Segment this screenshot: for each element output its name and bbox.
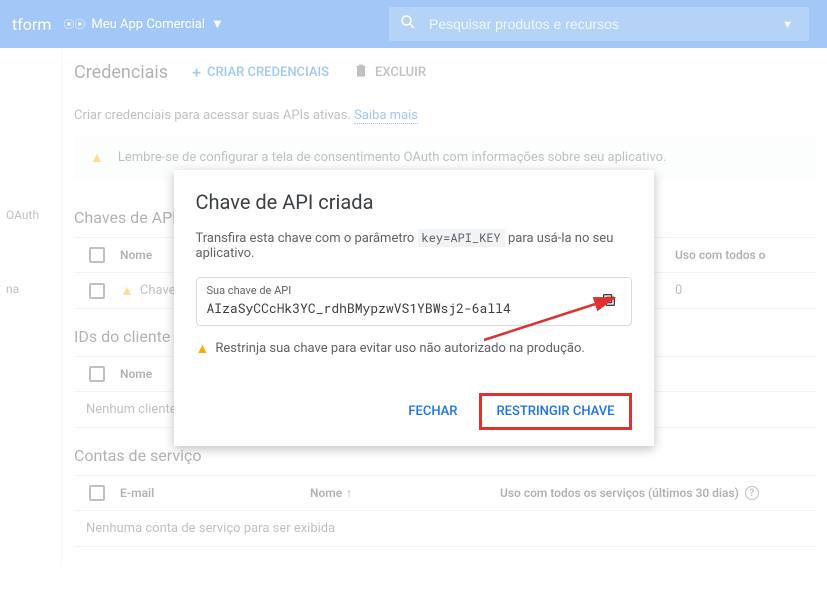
code-snippet: key=API_KEY [418,229,505,247]
api-key-box: Sua chave de API AIzaSyCCcHk3YC_rdhBMypz… [196,277,632,326]
modal-description: Transfira esta chave com o parâmetro key… [196,230,632,261]
modal-actions: FECHAR RESTRINGIR CHAVE [196,393,632,430]
warning-icon: ▲ [196,340,210,357]
restrict-warning: ▲ Restrinja sua chave para evitar uso nã… [196,340,632,357]
modal-overlay: Chave de API criada Transfira esta chave… [0,0,827,599]
restrict-key-button[interactable]: RESTRINGIR CHAVE [479,393,631,430]
api-key-created-dialog: Chave de API criada Transfira esta chave… [174,170,654,446]
key-label: Sua chave de API [207,284,621,297]
copy-button[interactable] [601,292,621,312]
close-button[interactable]: FECHAR [396,396,469,427]
copy-icon [601,292,617,308]
key-value[interactable]: AIzaSyCCcHk3YC_rdhBMypzwVS1YBWsj2-6all4 [207,299,621,317]
modal-title: Chave de API criada [196,190,632,214]
